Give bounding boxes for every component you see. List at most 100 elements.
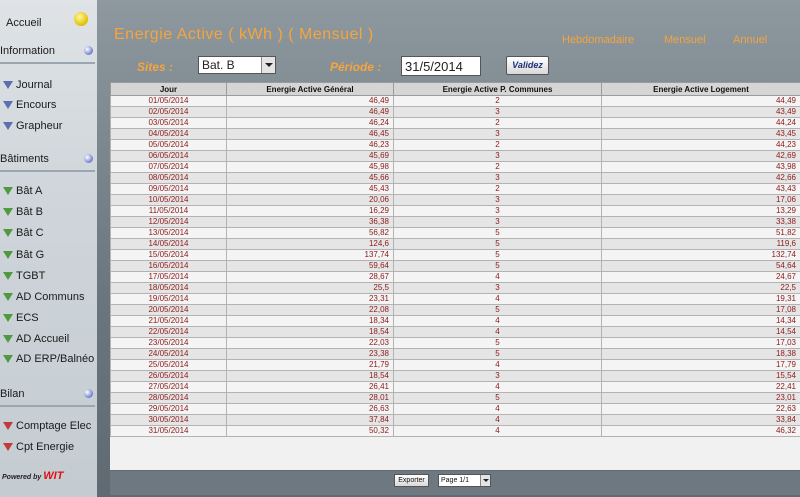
cell-communes: 5 (393, 337, 602, 349)
view-weekly-link[interactable]: Hebdomadaire (562, 34, 634, 46)
view-yearly-link[interactable]: Annuel (733, 34, 767, 46)
page-select-value: Page 1/1 (441, 477, 470, 484)
section-bilan-toggle-icon[interactable] (84, 389, 93, 398)
sidebar: Accueil Information Journal Encours Grap… (0, 0, 97, 497)
sidebar-item-label: Bât C (16, 227, 44, 239)
cell-logement: 54,64 (601, 260, 800, 272)
cell-general: 37,84 (226, 414, 394, 426)
table-row: 28/05/2014 28,01 5 23,01 (110, 392, 800, 404)
sidebar-item-label: ECS (16, 312, 39, 324)
cell-communes: 4 (393, 293, 602, 305)
sidebar-item-ad-communs[interactable]: AD Communs (3, 291, 84, 303)
col-header-logement[interactable]: Energie Active Logement (601, 82, 800, 96)
col-header-jour[interactable]: Jour (110, 82, 227, 96)
sidebar-item-label: Bât G (16, 249, 45, 261)
site-select[interactable]: Bat. B (198, 56, 276, 74)
section-information-toggle-icon[interactable] (84, 46, 93, 55)
sidebar-item-bat-c[interactable]: Bât C (3, 227, 44, 239)
sidebar-item-ad-accueil[interactable]: AD Accueil (3, 333, 69, 345)
sidebar-item-grapheur[interactable]: Grapheur (3, 120, 62, 132)
sidebar-item-ad-erp-balneo[interactable]: AD ERP/Balnéo (3, 353, 94, 365)
view-monthly-link[interactable]: Mensuel (664, 34, 706, 46)
cell-communes: 4 (393, 271, 602, 283)
cell-jour: 13/05/2014 (110, 227, 227, 239)
page-select[interactable]: Page 1/1 (438, 474, 491, 487)
cell-general: 124,6 (226, 238, 394, 250)
cell-jour: 16/05/2014 (110, 260, 227, 272)
sidebar-item-ecs[interactable]: ECS (3, 312, 39, 324)
cell-communes: 5 (393, 304, 602, 316)
cell-logement: 17,03 (601, 337, 800, 349)
brand-logo: WIT (43, 470, 64, 482)
cell-communes: 3 (393, 172, 602, 184)
sidebar-item-comptage-elec[interactable]: Comptage Elec (3, 420, 91, 432)
building-icon (3, 335, 13, 343)
export-button[interactable]: Exporter (394, 474, 429, 487)
section-divider (0, 62, 95, 64)
section-information[interactable]: Information (0, 45, 97, 57)
cell-logement: 42,69 (601, 150, 800, 162)
cell-jour: 14/05/2014 (110, 238, 227, 250)
cell-communes: 2 (393, 183, 602, 195)
sidebar-item-label: Bât A (16, 185, 43, 197)
cell-general: 25,5 (226, 282, 394, 294)
table-row: 02/05/2014 46,49 3 43,49 (110, 106, 800, 118)
chevron-down-icon[interactable] (261, 57, 275, 73)
cell-jour: 31/05/2014 (110, 425, 227, 437)
cell-jour: 01/05/2014 (110, 95, 227, 107)
cell-logement: 43,43 (601, 183, 800, 195)
sidebar-item-encours[interactable]: Encours (3, 99, 56, 111)
section-bilan[interactable]: Bilan (0, 388, 97, 400)
cell-general: 23,38 (226, 348, 394, 360)
sites-label: Sites : (137, 60, 174, 74)
table-row: 26/05/2014 18,54 3 15,54 (110, 370, 800, 382)
period-input[interactable] (401, 56, 481, 76)
cell-jour: 23/05/2014 (110, 337, 227, 349)
sidebar-item-label: Journal (16, 79, 53, 91)
sidebar-item-label: Cpt Energie (16, 441, 75, 453)
table-row: 22/05/2014 18,54 4 14,54 (110, 326, 800, 338)
table-row: 05/05/2014 46,23 2 44,23 (110, 139, 800, 151)
sidebar-item-cpt-energie[interactable]: Cpt Energie (3, 441, 74, 453)
table-row: 07/05/2014 45,98 2 43,98 (110, 161, 800, 173)
col-header-general[interactable]: Energie Active Général (226, 82, 394, 96)
table-row: 25/05/2014 21,79 4 17,79 (110, 359, 800, 371)
cell-logement: 24,67 (601, 271, 800, 283)
section-batiments[interactable]: Bâtiments (0, 153, 97, 165)
section-batiments-toggle-icon[interactable] (84, 154, 93, 163)
chevron-down-icon[interactable] (480, 475, 490, 486)
cell-logement: 13,29 (601, 205, 800, 217)
table-row: 18/05/2014 25,5 3 22,5 (110, 282, 800, 294)
sidebar-item-tgbt[interactable]: TGBT (3, 270, 45, 282)
cell-jour: 02/05/2014 (110, 106, 227, 118)
table-row: 30/05/2014 37,84 4 33,84 (110, 414, 800, 426)
cell-jour: 24/05/2014 (110, 348, 227, 360)
table-row: 31/05/2014 50,32 4 46,32 (110, 425, 800, 437)
sidebar-item-journal[interactable]: Journal (3, 79, 52, 91)
col-header-communes[interactable]: Energie Active P. Communes (393, 82, 602, 96)
table-row: 09/05/2014 45,43 2 43,43 (110, 183, 800, 195)
sidebar-item-bat-b[interactable]: Bât B (3, 206, 43, 218)
powered-by-label: Powered by (2, 474, 42, 481)
cell-general: 26,41 (226, 381, 394, 393)
cell-jour: 06/05/2014 (110, 150, 227, 162)
cell-general: 46,49 (226, 106, 394, 118)
cell-communes: 2 (393, 139, 602, 151)
sidebar-item-label: Encours (16, 99, 57, 111)
sidebar-item-bat-a[interactable]: Bât A (3, 185, 42, 197)
building-icon (3, 272, 13, 280)
cell-jour: 17/05/2014 (110, 271, 227, 283)
section-divider (0, 170, 95, 172)
cell-general: 45,69 (226, 150, 394, 162)
cell-general: 36,38 (226, 216, 394, 228)
cell-logement: 132,74 (601, 249, 800, 261)
table-row: 21/05/2014 18,34 4 14,34 (110, 315, 800, 327)
cell-communes: 5 (393, 238, 602, 250)
sidebar-item-bat-g[interactable]: Bât G (3, 249, 44, 261)
cell-general: 26,63 (226, 403, 394, 415)
validate-button[interactable]: Validez (506, 56, 549, 75)
cell-jour: 09/05/2014 (110, 183, 227, 195)
home-icon[interactable] (74, 12, 88, 26)
cell-logement: 44,49 (601, 95, 800, 107)
table-row: 04/05/2014 46,45 3 43,45 (110, 128, 800, 140)
